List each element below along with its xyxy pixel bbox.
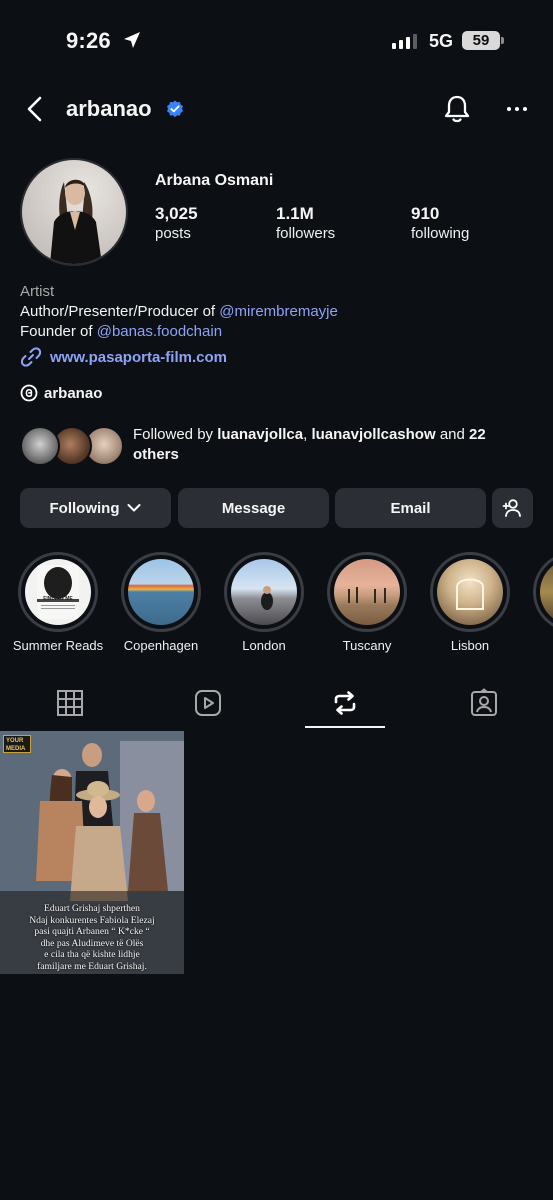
- highlight-summer-reads[interactable]: FINDING ME Summer Reads: [13, 552, 103, 653]
- bio-line-2: Founder of @banas.foodchain: [20, 322, 338, 342]
- posts-count: 3,025: [155, 204, 198, 223]
- website-link-text: www.pasaporta-film.com: [50, 348, 227, 366]
- followers-label: followers: [276, 225, 336, 242]
- reposts-tab-icon[interactable]: [330, 688, 360, 718]
- post-caption: Eduart Grishaj shperthen Ndaj konkurente…: [0, 903, 184, 972]
- highlight-partial[interactable]: M: [533, 552, 553, 632]
- highlight-london[interactable]: London: [224, 552, 304, 653]
- suggest-people-button[interactable]: [492, 488, 533, 528]
- avatar-portrait: [50, 179, 102, 264]
- profile-avatar[interactable]: [20, 158, 128, 266]
- threads-icon: [20, 384, 38, 402]
- bio-line-2-text: Founder of: [20, 323, 97, 340]
- chevron-down-icon: [127, 504, 141, 512]
- highlight-copenhagen[interactable]: Copenhagen: [121, 552, 201, 653]
- battery-icon: 59: [462, 31, 500, 50]
- active-tab-indicator: [305, 726, 385, 728]
- threads-badge[interactable]: arbanao: [20, 384, 102, 402]
- location-arrow-icon: [124, 32, 140, 48]
- highlight-image: [348, 587, 386, 603]
- caption-line: dhe pas Aludimeve të Olës: [40, 937, 144, 949]
- mutual-follower-1: luanavjollca: [217, 426, 304, 443]
- website-link[interactable]: www.pasaporta-film.com: [20, 346, 227, 368]
- threads-username: arbanao: [44, 384, 103, 402]
- highlight-label: Copenhagen: [123, 638, 199, 653]
- profile-full-name: Arbana Osmani: [155, 172, 274, 189]
- posts-label: posts: [155, 225, 191, 242]
- bio-category: Artist: [20, 283, 55, 300]
- back-chevron-icon[interactable]: [24, 96, 48, 122]
- highlight-label: London: [242, 638, 286, 653]
- mention-link-banas-foodchain[interactable]: @banas.foodchain: [97, 323, 222, 340]
- followed-by-prefix: Followed by: [133, 426, 218, 443]
- highlight-tuscany[interactable]: Tuscany: [327, 552, 407, 653]
- posts-stat[interactable]: 3,025 posts: [155, 204, 198, 244]
- profile-bio: Artist Author/Presenter/Producer of @mir…: [20, 282, 338, 342]
- caption-line: Eduart Grishaj shperthen: [44, 903, 140, 914]
- mention-link-mirembremayje[interactable]: @mirembremayje: [219, 303, 338, 320]
- caption-line: familjare me Eduart Grishaj.: [37, 960, 147, 972]
- status-time: 9:26: [66, 28, 111, 53]
- mutual-follower-avatar[interactable]: [20, 426, 60, 466]
- highlight-label: M: [513, 638, 553, 653]
- notification-bell-icon[interactable]: [443, 94, 471, 124]
- link-icon: [20, 347, 42, 367]
- header-username: arbanao: [66, 96, 152, 121]
- verified-badge-icon: [167, 100, 183, 117]
- message-button-label: Message: [221, 499, 286, 517]
- following-button-label: Following: [49, 499, 120, 517]
- battery-tip: [501, 37, 504, 44]
- highlight-book-title: FINDING ME: [43, 596, 73, 602]
- add-person-icon: [502, 499, 521, 517]
- mutual-follower-2: luanavjollcashow: [311, 426, 436, 443]
- bio-line-1: Author/Presenter/Producer of @mirembrema…: [20, 302, 338, 322]
- followers-stat[interactable]: 1.1M followers: [276, 204, 335, 244]
- grid-tab-icon[interactable]: [55, 688, 85, 718]
- tagged-tab-icon[interactable]: [469, 688, 499, 718]
- highlight-lisbon[interactable]: Lisbon: [430, 552, 510, 653]
- repost-thumbnail[interactable]: YOUR MEDIA Eduart Grishaj shperthen Ndaj…: [0, 731, 184, 974]
- caption-line: e cila tha që kishte lidhje: [44, 949, 140, 960]
- message-button[interactable]: Message: [178, 488, 329, 528]
- highlight-image: [456, 578, 484, 610]
- following-label: following: [411, 225, 470, 242]
- followers-count: 1.1M: [276, 204, 314, 223]
- reels-tab-icon[interactable]: [193, 688, 223, 718]
- bio-line-1-text: Author/Presenter/Producer of: [20, 303, 220, 320]
- cellular-signal-icon: [392, 33, 417, 49]
- email-button[interactable]: Email: [335, 488, 486, 528]
- highlight-label: Lisbon: [450, 638, 490, 653]
- more-options-icon[interactable]: [505, 104, 529, 114]
- following-stat[interactable]: 910 following: [411, 204, 469, 244]
- caption-line: Ndaj konkurentes Fabiola Elezaj: [29, 914, 155, 926]
- followed-by-text[interactable]: Followed by luanavjollca, luanavjollcash…: [133, 425, 533, 465]
- highlight-image: [37, 565, 79, 619]
- media-logo-badge: YOUR MEDIA: [3, 735, 31, 753]
- network-type: 5G: [429, 31, 454, 51]
- caption-line: pasi quajti Arbanen “ K*cke “: [34, 926, 150, 937]
- highlight-label: Tuscany: [342, 638, 392, 653]
- following-button[interactable]: Following: [20, 488, 171, 528]
- email-button-label: Email: [390, 499, 431, 517]
- followed-by-and: and: [435, 426, 470, 443]
- following-count: 910: [411, 204, 440, 223]
- highlight-image: [261, 586, 273, 610]
